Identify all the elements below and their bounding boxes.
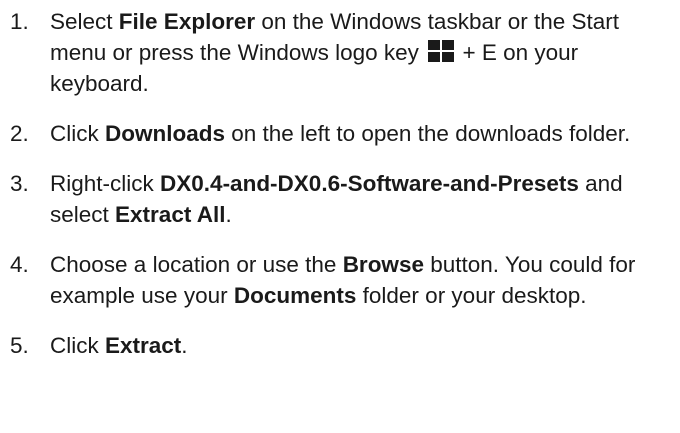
extract-label: Extract <box>105 333 182 358</box>
zip-file-name: DX0.4-and-DX0.6-Software-and-Presets <box>160 171 579 196</box>
browse-label: Browse <box>342 252 424 277</box>
file-explorer-label: File Explorer <box>118 9 256 34</box>
step-4: 4. Choose a location or use the Browse bu… <box>0 249 660 311</box>
step-number: 2. <box>10 121 29 146</box>
step-2: 2. Click Downloads on the left to open th… <box>0 118 660 149</box>
step-text: folder or your desktop. <box>356 283 587 308</box>
extract-all-label: Extract All <box>115 202 226 227</box>
step-number: 4. <box>10 252 29 277</box>
step-text: Click <box>50 121 105 146</box>
step-text: Select <box>50 9 119 34</box>
step-text: Choose a location or use the <box>50 252 343 277</box>
step-number: 3. <box>10 171 29 196</box>
step-number: 5. <box>10 333 29 358</box>
step-text: Right-click <box>50 171 161 196</box>
step-1: 1. Select File Explorer on the Windows ta… <box>0 6 660 99</box>
documents-label: Documents <box>233 283 357 308</box>
step-3: 3. Right-click DX0.4-and-DX0.6-Software-a… <box>0 168 660 230</box>
step-5: 5. Click Extract. <box>0 330 660 361</box>
step-text: Click <box>50 333 105 358</box>
step-text: on the left to open the downloads folder… <box>225 121 631 146</box>
downloads-label: Downloads <box>105 121 226 146</box>
step-text: . <box>181 333 188 358</box>
instructions-document: 1. Select File Explorer on the Windows ta… <box>0 0 680 433</box>
steps-list: 1. Select File Explorer on the Windows ta… <box>0 6 660 361</box>
windows-logo-icon <box>428 40 455 62</box>
step-text: . <box>225 202 232 227</box>
step-number: 1. <box>10 9 29 34</box>
